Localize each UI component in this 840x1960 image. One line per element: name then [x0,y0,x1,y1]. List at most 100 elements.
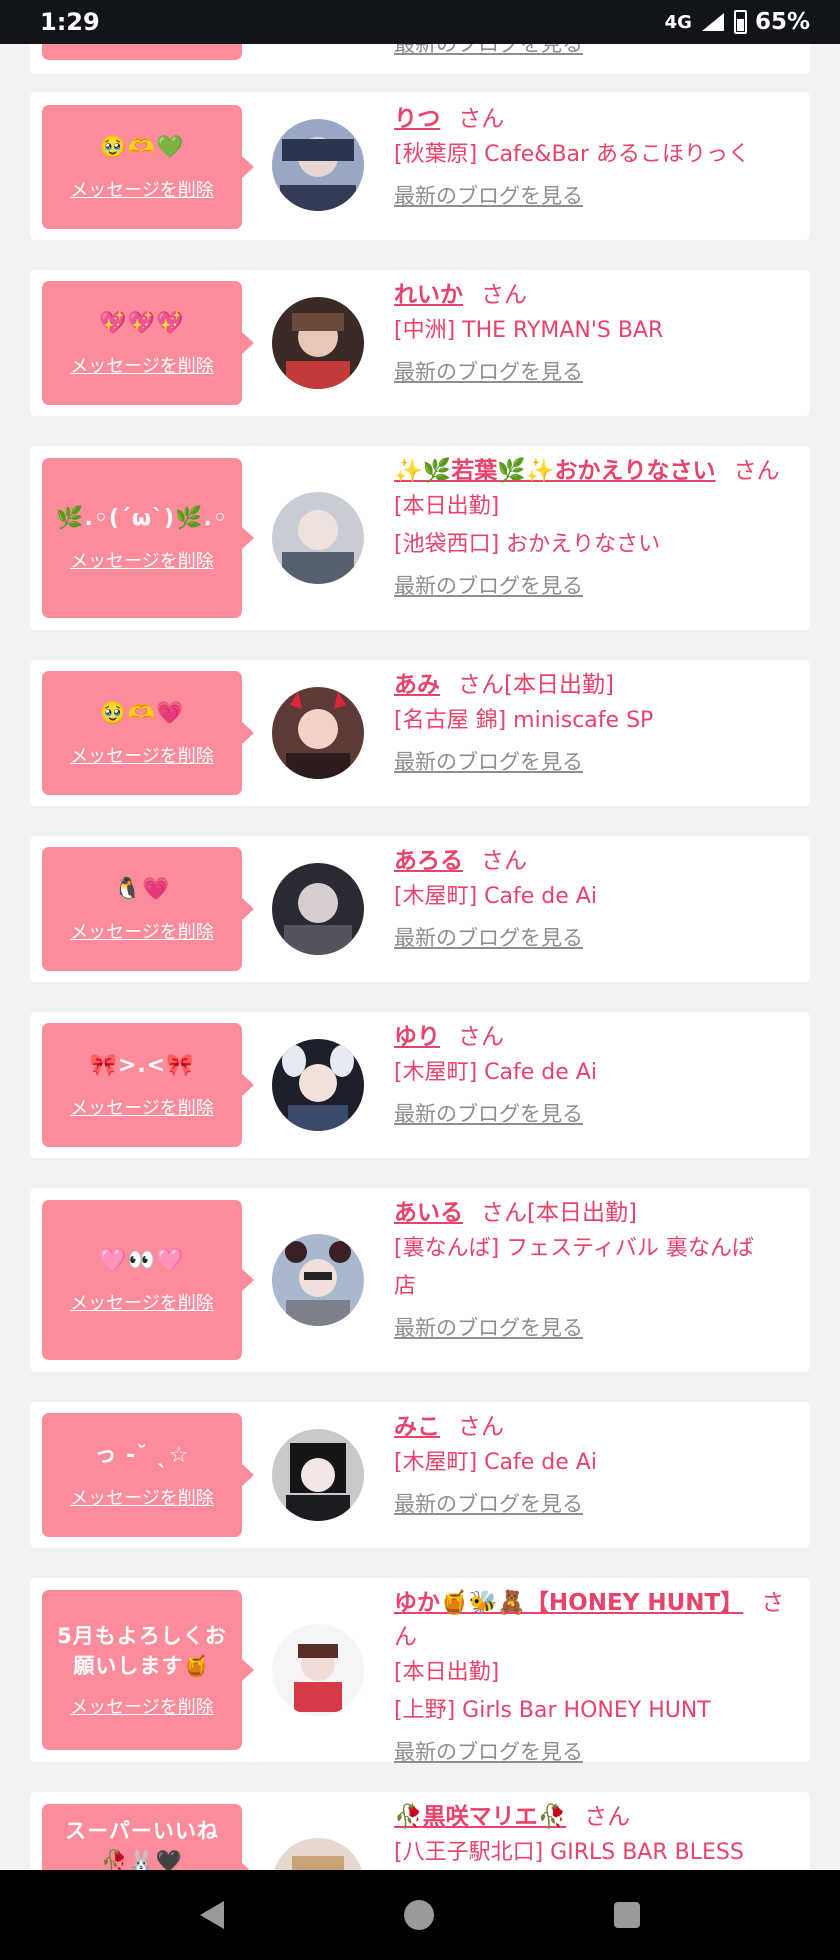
card-info: れいか さん [中洲] THE RYMAN'S BAR 最新のブログを見る [394,278,796,388]
delete-message-link[interactable]: メッセージを削除 [70,352,214,378]
blog-link[interactable]: 最新のブログを見る [394,44,583,60]
avatar[interactable] [272,687,364,779]
avatar[interactable] [272,1234,364,1326]
status-time: 1:29 [40,8,100,36]
status-suffix: [本日出勤] [527,1200,637,1226]
message-bubble: っ -˘ ˎ☆ メッセージを削除 [42,1413,254,1537]
cast-name-link[interactable]: ✨🌿若葉🌿✨おかえりなさい [394,458,716,484]
status-suffix: [本日出勤] [504,672,614,698]
cast-name-link[interactable]: みこ [394,1414,440,1440]
cast-name-link[interactable]: あろる [394,848,463,874]
delete-message-link[interactable]: メッセージを削除 [70,1693,214,1719]
cast-name-link[interactable]: ゆか🍯🐝🧸【HONEY HUNT】 [394,1590,743,1616]
delete-message-link[interactable]: メッセージを削除 [70,918,214,944]
shop-location: [裏なんば] フェスティバル 裏なんば [394,1236,754,1261]
status-bar: 1:29 4G 65% [0,0,840,44]
signal-icon [701,13,724,31]
message-text: 🥹🫶💚 [99,135,185,160]
list-item: っ -˘ ˎ☆ メッセージを削除 みこ さん [木屋町] Cafe de Ai 最… [30,1402,810,1548]
blog-link[interactable]: 最新のブログを見る [394,180,583,212]
honorific: さん [481,848,527,874]
shop-location: [八王子駅北口] GIRLS BAR BLESS [394,1840,744,1865]
message-bubble: スーパーいいね 🥀🐰🖤 [42,1804,254,1870]
card-info: 🥀黒咲マリエ🥀 さん [八王子駅北口] GIRLS BAR BLESS [394,1800,796,1870]
network-type: 4G [664,11,692,33]
home-icon[interactable] [404,1900,434,1930]
shop-location: [木屋町] Cafe de Ai [394,884,597,909]
avatar[interactable] [272,1429,364,1521]
work-status: [本日出勤] [394,1660,500,1685]
cast-name-link[interactable]: あみ [394,672,440,698]
shop-location: [名古屋 錦] miniscafe SP [394,708,654,733]
cast-name-link[interactable]: あいる [394,1200,463,1226]
card-info: あみ さん[本日出勤] [名古屋 錦] miniscafe SP 最新のブログを見… [394,668,796,778]
delete-message-link[interactable]: メッセージを削除 [70,1094,214,1120]
shop-location: [池袋西口] おかえりなさい [394,532,661,557]
avatar[interactable] [272,297,364,389]
card-info: りつ さん [秋葉原] Cafe&Bar あるこほりっく 最新のブログを見る [394,102,796,212]
message-bubble: 🥹🫶💚 メッセージを削除 [42,105,254,229]
recent-apps-icon[interactable] [614,1902,640,1928]
blog-link[interactable]: 最新のブログを見る [394,746,583,778]
list-item: 🥹🫶💚 メッセージを削除 りつ さん [秋葉原] Cafe&Bar あるこほりっく… [30,92,810,240]
cast-name-link[interactable]: れいか [394,282,463,308]
work-status: [本日出勤] [394,494,500,519]
card-info: あろる さん [木屋町] Cafe de Ai 最新のブログを見る [394,844,796,954]
list-item: 🌿.◦(ˊωˋ)🌿.◦ メッセージを削除 ✨🌿若葉🌿✨おかえりなさい さん [本日… [30,446,810,630]
shop-location: [木屋町] Cafe de Ai [394,1060,597,1085]
avatar[interactable] [272,1039,364,1131]
blog-link[interactable]: 最新のブログを見る [394,356,583,388]
list-item: 5月もよろしくお願いします🍯 メッセージを削除 ゆか🍯🐝🧸【HONEY HUNT… [30,1578,810,1764]
message-bubble: 5月もよろしくお願いします🍯 メッセージを削除 [42,1590,254,1750]
message-text: 🐧💗 [113,877,171,902]
delete-message-link[interactable]: メッセージを削除 [70,547,214,573]
battery-percent: 65% [754,9,810,35]
status-icons: 4G 65% [665,9,810,35]
blog-link[interactable]: 最新のブログを見る [394,1098,583,1130]
list-item: 🐧💗 メッセージを削除 あろる さん [木屋町] Cafe de Ai 最新のブロ… [30,836,810,982]
message-text: 🥹🫶💗 [99,701,185,726]
honorific: さん [481,282,527,308]
message-bubble: 🎀>.<🎀 メッセージを削除 [42,1023,254,1147]
cast-name-link[interactable]: ゆり [394,1024,440,1050]
card-info: ゆか🍯🐝🧸【HONEY HUNT】 さん [本日出勤] [上野] Girls Ba… [394,1586,796,1768]
delete-message-link[interactable]: メッセージを削除 [70,1484,214,1510]
navigation-bar [0,1870,840,1960]
blog-link[interactable]: 最新のブログを見る [394,1312,583,1344]
message-bubble: 🐧💗 メッセージを削除 [42,847,254,971]
honorific: さん [733,458,780,484]
back-icon[interactable] [200,1901,224,1929]
shop-location: [秋葉原] Cafe&Bar あるこほりっく [394,142,751,167]
avatar[interactable] [272,1838,364,1870]
delete-message-link[interactable]: メッセージを削除 [70,742,214,768]
card-info: ゆり さん [木屋町] Cafe de Ai 最新のブログを見る [394,1020,796,1130]
cast-name-link[interactable]: りつ [394,106,440,132]
card-info: みこ さん [木屋町] Cafe de Ai 最新のブログを見る [394,1410,796,1520]
shop-location: [中洲] THE RYMAN'S BAR [394,318,664,343]
honorific: さん [584,1804,631,1830]
honorific: さん [481,1200,527,1226]
blog-link[interactable]: 最新のブログを見る [394,1488,583,1520]
message-text: 💖💖💖 [99,311,185,336]
cast-name-link[interactable]: 🥀黒咲マリエ🥀 [394,1804,566,1830]
avatar[interactable] [272,492,364,584]
message-bubble: 🌿.◦(ˊωˋ)🌿.◦ メッセージを削除 [42,458,254,618]
shop-location-cont: 店 [394,1274,417,1299]
blog-link[interactable]: 最新のブログを見る [394,1736,583,1768]
message-bubble [42,44,242,60]
blog-link[interactable]: 最新のブログを見る [394,922,583,954]
avatar[interactable] [272,1624,364,1716]
list-item: 🩷👀🩷 メッセージを削除 あいる さん[本日出勤] [裏なんば] フェスティバル … [30,1188,810,1372]
message-bubble: 💖💖💖 メッセージを削除 [42,281,254,405]
delete-message-link[interactable]: メッセージを削除 [70,1289,214,1315]
shop-location: [上野] Girls Bar HONEY HUNT [394,1698,711,1723]
message-bubble: 🥹🫶💗 メッセージを削除 [42,671,254,795]
card-info: あいる さん[本日出勤] [裏なんば] フェスティバル 裏なんば 店 最新のブログ… [394,1196,796,1344]
honorific: さん [458,1024,504,1050]
avatar[interactable] [272,863,364,955]
message-list: 最新のブログを見る 🥹🫶💚 メッセージを削除 りつ さん [秋葉原] Cafe&B… [0,44,840,1870]
delete-message-link[interactable]: メッセージを削除 [70,176,214,202]
list-item: 💖💖💖 メッセージを削除 れいか さん [中洲] THE RYMAN'S BAR … [30,270,810,416]
avatar[interactable] [272,119,364,211]
blog-link[interactable]: 最新のブログを見る [394,570,583,602]
